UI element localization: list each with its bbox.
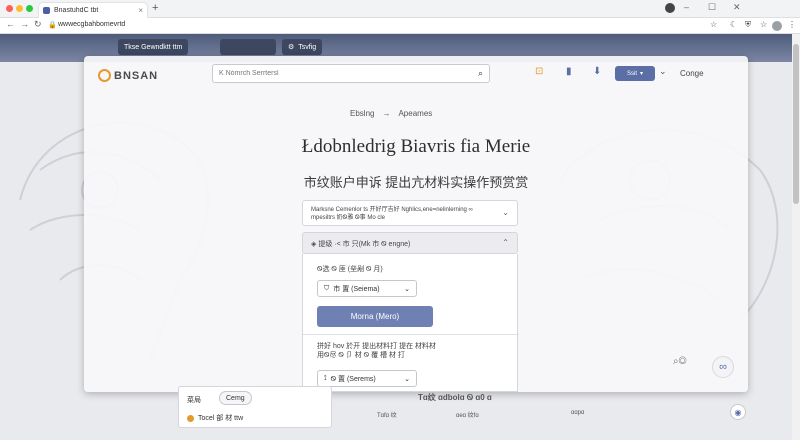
menu-kebab-icon[interactable]: ⋮	[788, 20, 796, 29]
chevron-down-icon: ⌄	[404, 285, 410, 293]
link-icon: ∞	[719, 361, 727, 373]
footer-link[interactable]: Tɑfɑ 纹	[377, 410, 397, 422]
footer-link[interactable]: ɑɑpɑ	[571, 410, 584, 422]
flag-icon	[187, 414, 194, 422]
header-chip-blank[interactable]	[220, 39, 276, 55]
search-icon[interactable]: ⌕	[478, 68, 483, 79]
tab-favicon-icon	[43, 7, 50, 14]
chat-icon[interactable]: ⊡	[535, 66, 543, 77]
popup-line-text: Tocel 部 材 ttw	[198, 415, 244, 422]
header-chip-1[interactable]: Tkse Gewndktt ttm	[118, 39, 189, 55]
close-window-dot[interactable]	[6, 5, 13, 12]
pin-icon: ⟟	[324, 374, 327, 382]
select-value: Ꮻ 置 (Serems)	[330, 375, 376, 383]
secondary-select[interactable]: ⟟ Ꮻ 置 (Serems) ⌄	[317, 370, 417, 387]
shield-icon[interactable]: ⛨	[745, 20, 751, 30]
account-button-label: Ssit	[626, 70, 637, 77]
help-icon: ◉	[734, 407, 742, 417]
close-button[interactable]: ✕	[733, 2, 741, 13]
assistant-fab[interactable]: ∞	[712, 356, 734, 378]
select-value: 市 置 (Seiema)	[333, 285, 380, 293]
accordion-1-text: Marksne Cemenlor ts 开好厅吉好 Nghlics,ene=ne…	[311, 207, 473, 221]
tab-close-icon[interactable]: ×	[138, 6, 147, 15]
breadcrumb: Ebslng → Apeames	[350, 109, 432, 118]
chip-2-label: Tsvfig	[298, 43, 317, 51]
search-chat-icon[interactable]: ⌕◎	[673, 356, 687, 367]
site-logo[interactable]: BNSAN	[98, 69, 158, 82]
breadcrumb-separator: →	[382, 109, 391, 118]
chevron-down-icon: ⌄	[502, 208, 509, 217]
breadcrumb-item[interactable]: Ebslng	[350, 109, 374, 118]
chip-1-label: Tkse Gewndktt ttm	[124, 43, 183, 51]
bar-chart-icon[interactable]: ▮	[566, 66, 572, 77]
maximize-button[interactable]: ☐	[708, 2, 716, 13]
forward-icon[interactable]: →	[20, 19, 29, 29]
breadcrumb-item[interactable]: Apeames	[398, 109, 432, 118]
layers-icon: ◈	[311, 241, 317, 248]
back-icon[interactable]: ←	[6, 19, 15, 29]
new-tab-button[interactable]: +	[152, 2, 158, 14]
download-icon[interactable]: ⬇	[593, 66, 601, 77]
moon-icon[interactable]: ☾	[730, 20, 737, 29]
page-subtitle: 市纹账户申诉 提出亢材料实操作预赏赏	[303, 175, 529, 190]
primary-action-button[interactable]: Morna (Mero)	[317, 306, 433, 327]
tab-title: Bn̈astuhdC tbt	[54, 7, 99, 14]
chevron-down-icon: ⌄	[404, 375, 410, 383]
logo-mark-icon	[98, 69, 111, 82]
lock-icon: 🔒	[48, 22, 57, 29]
help-fab[interactable]: ◉	[730, 404, 746, 420]
header-chip-2[interactable]: ⚙ Tsvfig	[282, 39, 323, 55]
main-panel: BNSAN ⌕ ⊡ ▮ ⬇ Ssit ▾ ⌄ Conge Ebslng → Ap…	[84, 56, 748, 392]
profile-icon[interactable]	[665, 3, 675, 13]
description-text: 拼好 hov 於开 提出材料打 提在 材料材 用Ꮻ尽 Ꮻ 卩 材 Ꮻ 覆 槽 材…	[317, 343, 437, 359]
chevron-down-icon: ▾	[640, 71, 644, 77]
right-nav-label[interactable]: Conge	[680, 69, 704, 78]
browser-tab-strip: Bn̈astuhdC tbt × + – ☐ ✕	[0, 0, 800, 18]
account-button[interactable]: Ssit ▾	[615, 66, 655, 81]
accordion-2-text: 提级 ·< 市 只(Mk 市 Ꮻ engne)	[318, 241, 411, 248]
popup-line[interactable]: Tocel 部 材 ttw	[187, 413, 243, 423]
scrollbar[interactable]	[792, 34, 800, 440]
search-input[interactable]	[219, 70, 478, 77]
logo-text: BNSAN	[114, 69, 159, 82]
account-avatar[interactable]	[772, 21, 782, 31]
popup-button[interactable]: Cemg	[219, 391, 252, 405]
gear-icon: ⚙	[288, 44, 295, 51]
shield-icon: ⛉	[324, 284, 330, 292]
minimize-button[interactable]: –	[684, 2, 689, 12]
page-title: Łdobnledrig Biavris fia Merie	[301, 136, 531, 157]
address-bar: ← → ↻ 🔒 wwwecgbahbomevrtd ☆ ☾ ⛨ ☆ ⋮	[0, 18, 800, 34]
popup-title: 菜局	[187, 397, 201, 404]
url-field[interactable]: wwwecgbahbomevrtd	[58, 21, 125, 28]
field-label: Ꮻ选 Ꮻ 厓 (垒剐 Ꮻ 月)	[317, 266, 383, 273]
scrollbar-thumb[interactable]	[793, 44, 799, 204]
chevron-up-icon: ⌃	[502, 238, 509, 247]
bookmark-star-icon[interactable]: ☆	[710, 20, 717, 29]
floating-popup: 菜局 Cemg Tocel 部 材 ttw	[178, 386, 332, 428]
search-box[interactable]: ⌕	[212, 64, 490, 83]
zoom-window-dot[interactable]	[26, 5, 33, 12]
accordion-collapsed[interactable]: Marksne Cemenlor ts 开好厅吉好 Nghlics,ene=ne…	[302, 200, 518, 226]
dropdown-chevron-icon[interactable]: ⌄	[659, 66, 667, 77]
category-select[interactable]: ⛉ 市 置 (Seiema) ⌄	[317, 280, 417, 297]
accordion-expanded-header[interactable]: ◈ 提级 ·< 市 只(Mk 市 Ꮻ engne) ⌃	[302, 232, 518, 254]
reload-icon[interactable]: ↻	[34, 19, 42, 30]
browser-tab[interactable]: Bn̈astuhdC tbt ×	[38, 2, 148, 18]
minimize-window-dot[interactable]	[16, 5, 23, 12]
footer-title: Tɑ纹 ɑdbolɑ Ꮻ ɑ0 ɑ	[418, 393, 492, 402]
star-icon[interactable]: ☆	[760, 20, 767, 29]
accordion-content: Ꮻ选 Ꮻ 厓 (垒剐 Ꮻ 月) ⛉ 市 置 (Seiema) ⌄ Morna (…	[302, 254, 519, 392]
divider	[303, 334, 519, 335]
footer-link[interactable]: ɑeɑ 纹fɑ	[456, 410, 479, 422]
